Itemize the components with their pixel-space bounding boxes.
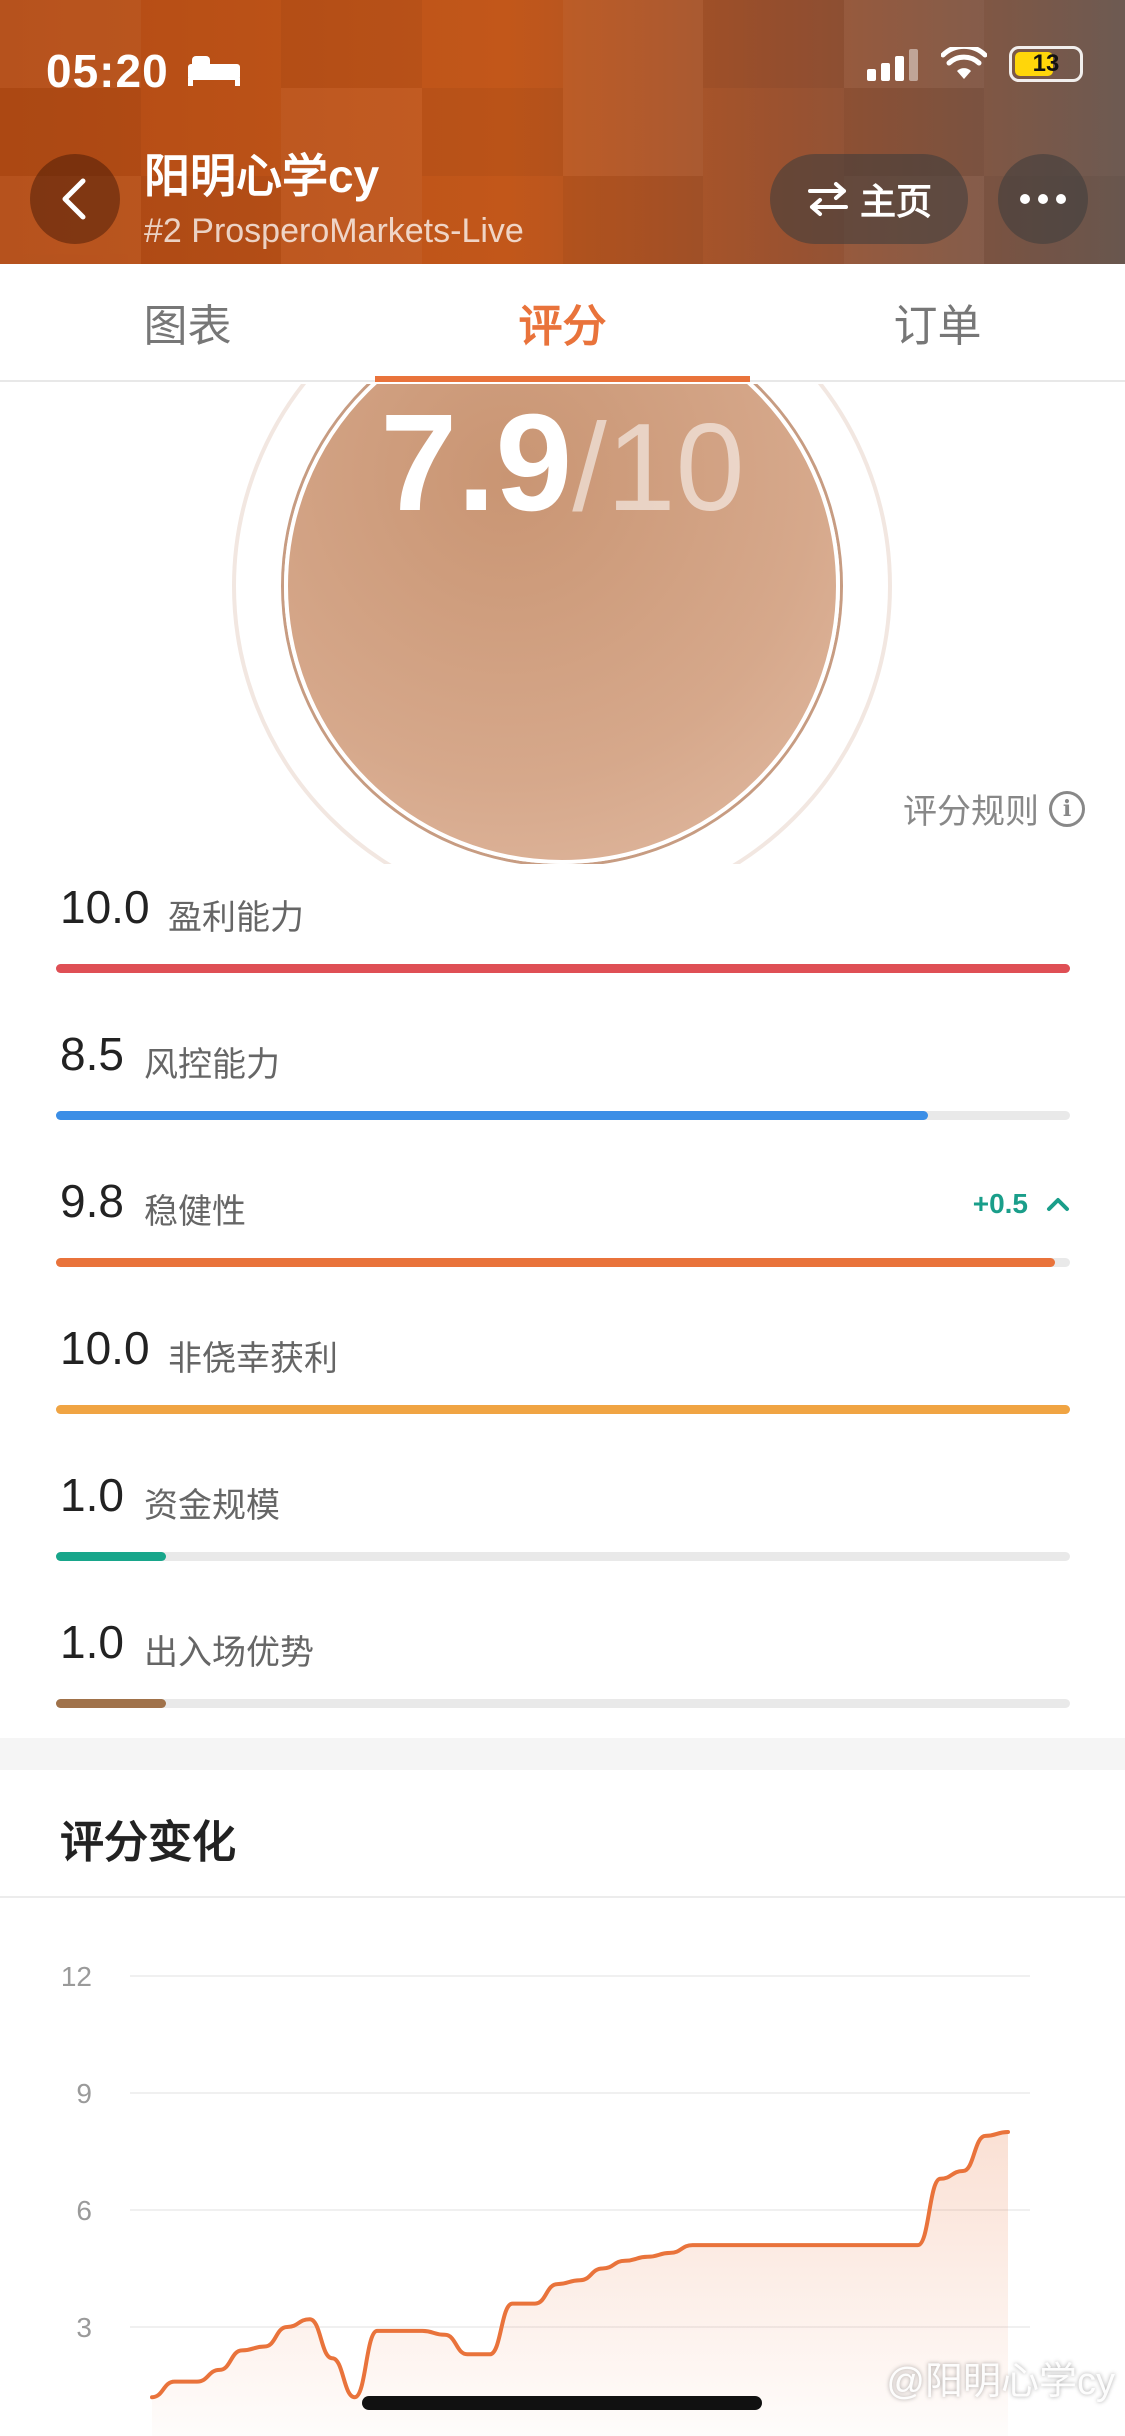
account-subtitle: #2 ProsperoMarkets-Live (144, 212, 524, 250)
signal-icon (867, 49, 918, 81)
tab-chart[interactable]: 图表 (0, 264, 375, 380)
chevron-up-icon (1047, 1198, 1069, 1211)
battery-icon: 13 (1009, 46, 1083, 82)
watermark: @阳明心学cy (886, 2361, 1115, 2403)
metric-value: 1.0 (60, 1469, 124, 1521)
metric-bar (56, 1699, 166, 1708)
swap-arrows-icon (807, 182, 848, 216)
metric-track (56, 964, 1070, 973)
metric-label: 盈利能力 (168, 899, 304, 937)
score-history-title: 评分变化 (60, 1818, 236, 1867)
metric-track (56, 1699, 1070, 1708)
tab-score[interactable]: 评分 (375, 264, 750, 382)
score-max: /10 (572, 399, 745, 537)
score-rules-link[interactable]: 评分规则 i (903, 784, 1085, 833)
tab-bar: 图表 评分 订单 (0, 264, 1125, 382)
metric-label: 资金规模 (144, 1487, 280, 1525)
metric-track (56, 1552, 1070, 1561)
metric-value: 1.0 (60, 1616, 124, 1668)
more-dot-icon (1038, 194, 1048, 204)
metric-track (56, 1111, 1070, 1120)
chevron-left-icon (62, 178, 86, 220)
tab-orders[interactable]: 订单 (750, 264, 1125, 380)
more-button[interactable] (998, 154, 1088, 244)
metric-value: 8.5 (60, 1028, 124, 1080)
metric-value: 10.0 (60, 1322, 150, 1374)
status-time: 05:20 (46, 45, 169, 97)
chart-y-tick-label: 3 (76, 2312, 92, 2343)
home-button[interactable]: 主页 (770, 154, 968, 244)
chart-y-tick-label: 6 (76, 2195, 92, 2226)
score-rules-label: 评分规则 (903, 793, 1039, 831)
section-divider (0, 1738, 1125, 1770)
metric-value: 9.8 (60, 1175, 124, 1227)
metric-track (56, 1405, 1070, 1414)
account-heading: 阳明心学cy #2 ProsperoMarkets-Live (144, 140, 524, 251)
metric-delta-value: +0.5 (972, 1188, 1028, 1219)
back-button[interactable] (30, 154, 120, 244)
sleep-focus-icon (188, 56, 240, 86)
metric-profitability: 10.0 盈利能力 (56, 880, 1070, 980)
score-text: 7.9/10 (0, 384, 1125, 543)
metric-delta: +0.5 (973, 1188, 1070, 1220)
battery-level: 13 (1032, 50, 1060, 77)
chart-area (152, 2132, 1008, 2436)
wifi-icon (941, 47, 987, 79)
account-title: 阳明心学cy (144, 150, 380, 202)
metric-non-luck-profit: 10.0 非侥幸获利 (56, 1321, 1070, 1421)
metric-fund-size: 1.0 资金规模 (56, 1468, 1070, 1568)
more-dot-icon (1020, 194, 1030, 204)
metric-label: 出入场优势 (144, 1634, 314, 1672)
metric-entry-exit-advantage: 1.0 出入场优势 (56, 1615, 1070, 1715)
header: 05:20 13 阳明心学cy #2 ProsperoMarkets-Live (0, 0, 1125, 264)
home-indicator[interactable] (362, 2396, 762, 2410)
metric-stability: 9.8 稳健性 +0.5 (56, 1174, 1070, 1274)
more-dot-icon (1056, 194, 1066, 204)
chart-y-tick-label: 9 (76, 2078, 92, 2109)
metric-bar (56, 964, 1070, 973)
metric-bar (56, 1405, 1070, 1414)
info-icon: i (1049, 790, 1085, 827)
metric-label: 风控能力 (144, 1046, 280, 1084)
metric-bar (56, 1258, 1055, 1267)
score-value: 7.9 (380, 386, 573, 540)
metric-label: 稳健性 (144, 1193, 246, 1231)
metric-track (56, 1258, 1070, 1267)
section-title-divider (0, 1896, 1125, 1898)
status-icons: 13 (867, 46, 1083, 82)
metric-bar (56, 1111, 929, 1120)
metric-label: 非侥幸获利 (168, 1340, 338, 1378)
home-button-label: 主页 (859, 181, 932, 222)
metric-bar (56, 1552, 166, 1561)
chart-y-tick-label: 12 (61, 1961, 92, 1992)
metric-risk-control: 8.5 风控能力 (56, 1027, 1070, 1127)
metric-value: 10.0 (60, 881, 150, 933)
